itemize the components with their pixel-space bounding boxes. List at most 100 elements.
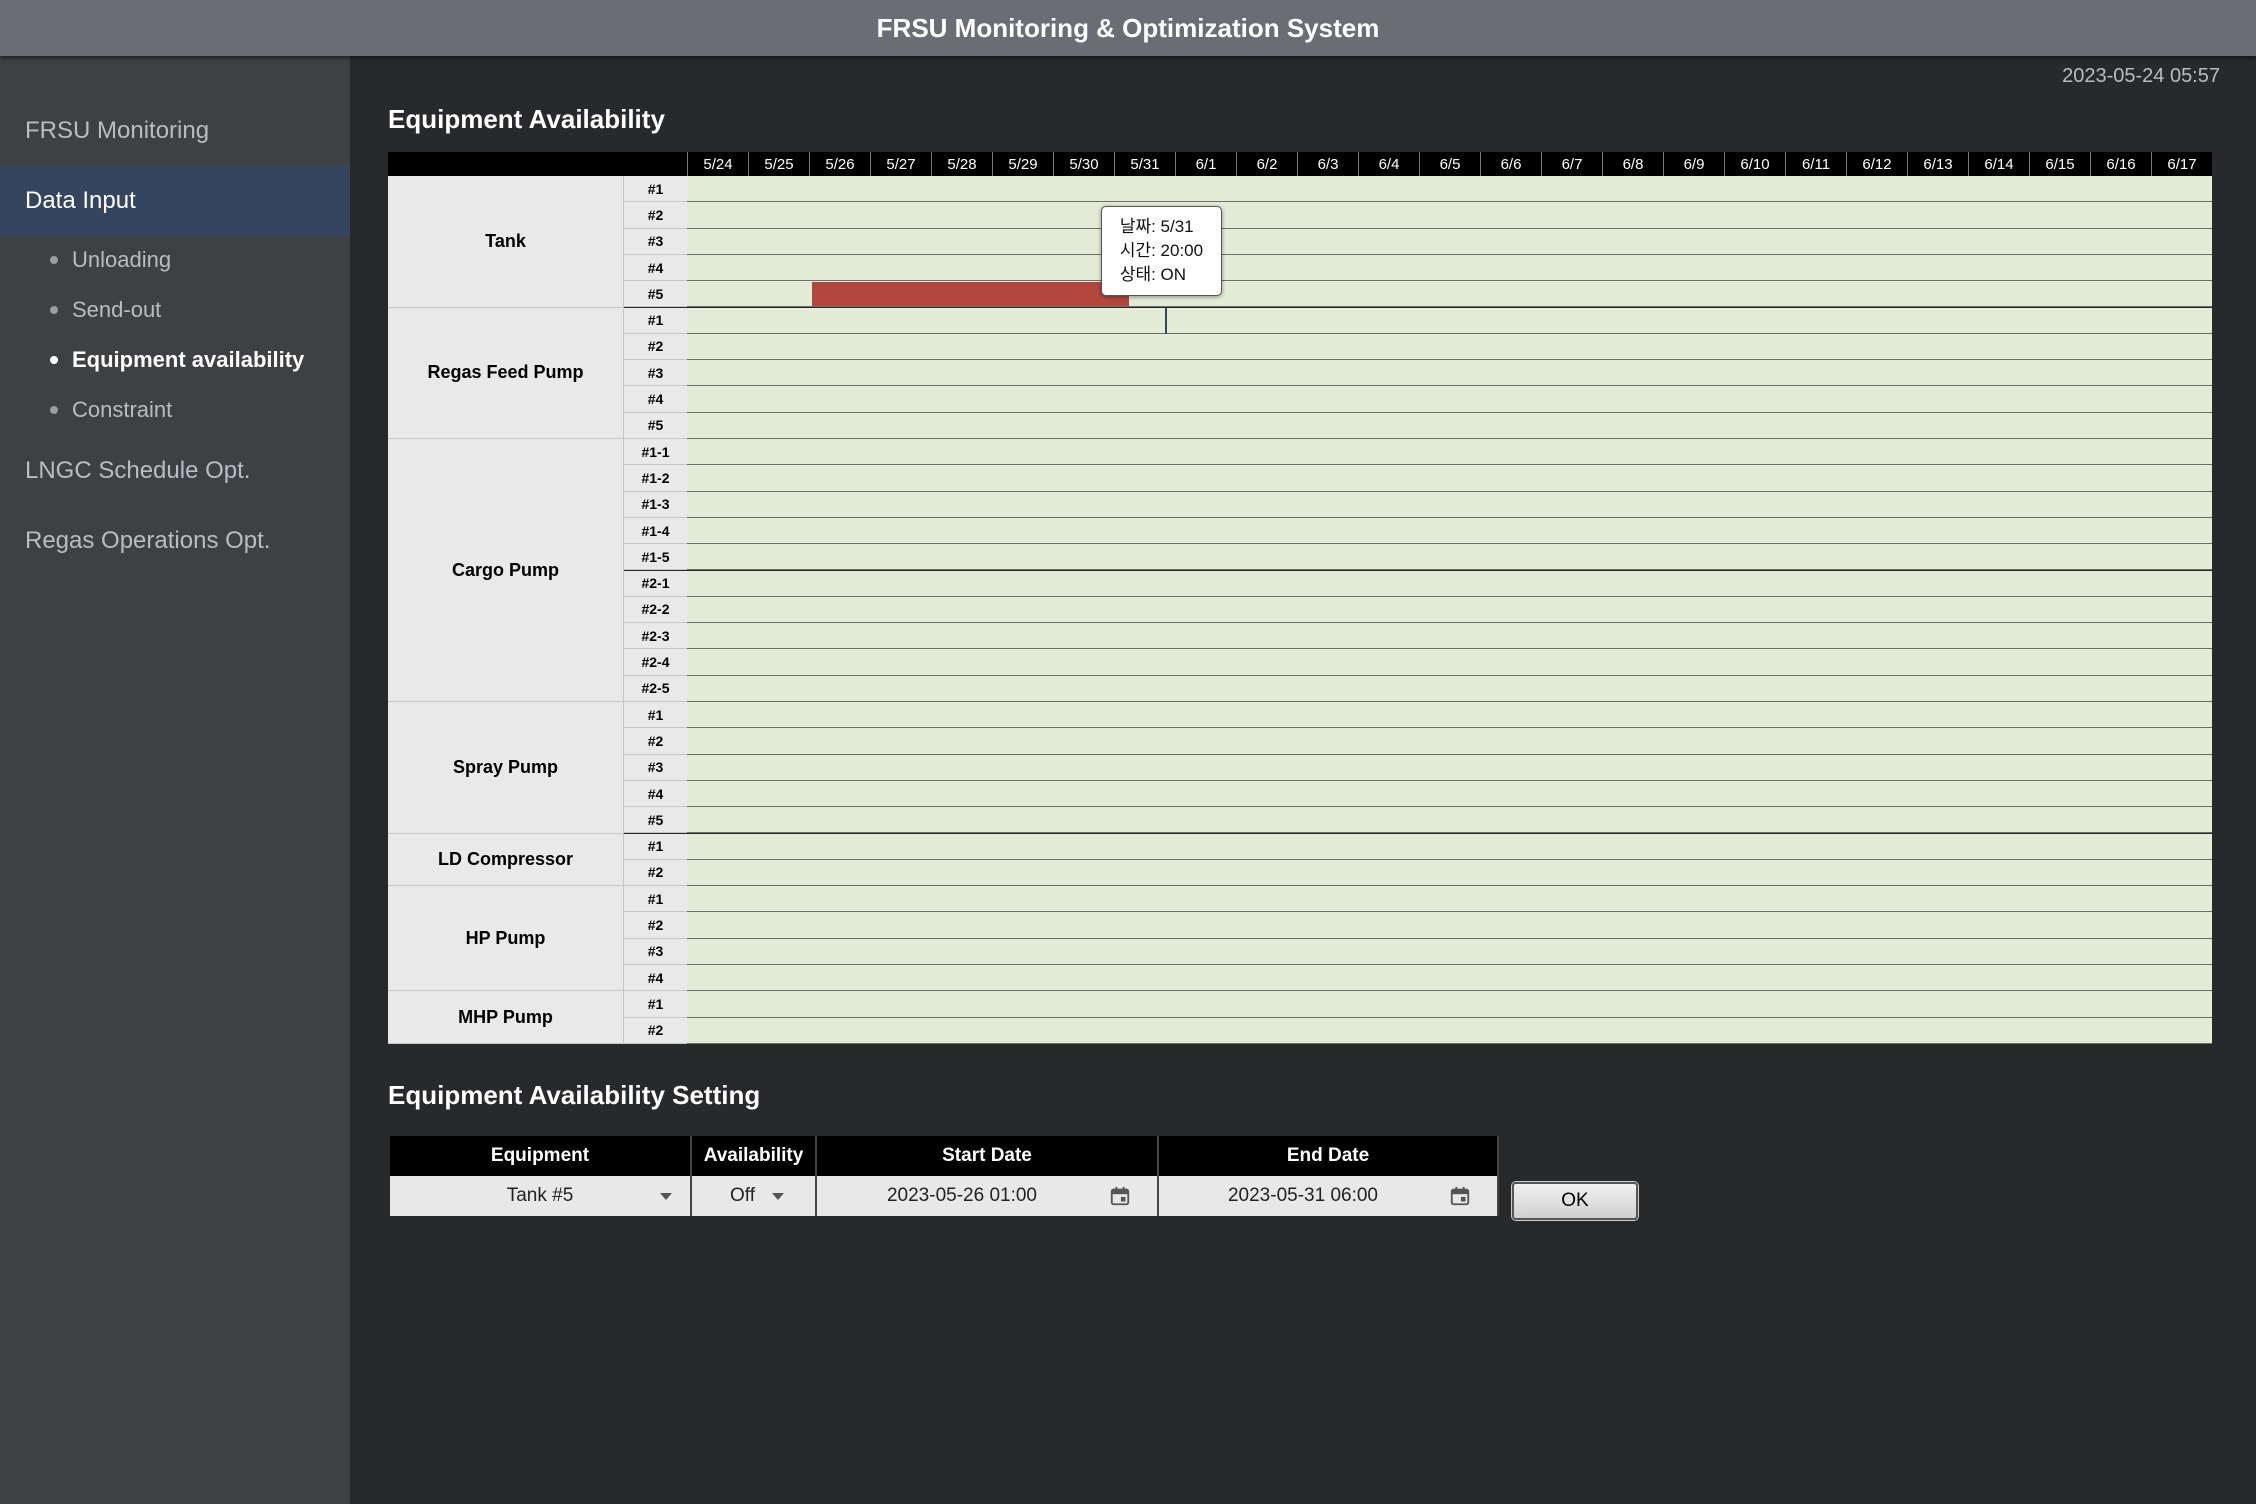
availability-row[interactable] xyxy=(687,254,2212,282)
availability-row[interactable] xyxy=(687,965,2212,992)
equipment-unit-label: #2 xyxy=(624,202,687,229)
equipment-unit-label: #2 xyxy=(624,1017,687,1044)
availability-row[interactable] xyxy=(687,649,2212,676)
equipment-unit-label: #1 xyxy=(624,307,687,334)
equipment-unit-label: #3 xyxy=(624,360,687,387)
availability-row[interactable] xyxy=(687,780,2212,808)
availability-row[interactable] xyxy=(687,491,2212,518)
availability-row[interactable] xyxy=(687,333,2212,361)
availability-row[interactable] xyxy=(687,307,2212,334)
equipment-unit-label: #2 xyxy=(624,333,687,361)
availability-row[interactable] xyxy=(687,807,2212,834)
nav-data-input[interactable]: Data Input xyxy=(0,166,350,236)
bullet-icon xyxy=(50,306,58,314)
hover-tooltip: 날짜: 5/31 시간: 20:00 상태: ON xyxy=(1100,206,1223,296)
nav-label: LNGC Schedule Opt. xyxy=(25,457,251,484)
equipment-group-label: LD Compressor xyxy=(388,833,624,887)
equipment-unit-label: #2 xyxy=(624,859,687,887)
availability-row[interactable] xyxy=(687,544,2212,571)
calendar-icon[interactable] xyxy=(1109,1185,1131,1207)
availability-row[interactable] xyxy=(687,386,2212,413)
date-header-cell: 5/30 xyxy=(1053,152,1114,176)
date-header-cell: 6/14 xyxy=(1968,152,2029,176)
equipment-unit-label: #1-5 xyxy=(624,544,687,571)
availability-title: Equipment Availability xyxy=(388,104,665,134)
equipment-unit-label: #1 xyxy=(624,991,687,1018)
availability-row[interactable] xyxy=(687,938,2212,965)
off-period-bar[interactable] xyxy=(811,282,1130,307)
bullet-icon xyxy=(50,356,58,364)
availability-row[interactable] xyxy=(687,675,2212,702)
equipment-unit-label: #3 xyxy=(624,938,687,965)
date-header-cell: 6/9 xyxy=(1663,152,1724,176)
ok-button[interactable]: OK xyxy=(1512,1182,1638,1220)
availability-row[interactable] xyxy=(687,702,2212,729)
nav-lngc-schedule-opt[interactable]: LNGC Schedule Opt. xyxy=(0,436,350,506)
app-header: FRSU Monitoring & Optimization System xyxy=(0,0,2256,56)
end-date-value: 2023-05-31 06:00 xyxy=(1227,1185,1378,1206)
availability-row[interactable] xyxy=(687,912,2212,939)
equipment-unit-label: #1-1 xyxy=(624,439,687,466)
date-header-cell: 5/25 xyxy=(748,152,809,176)
nav-regas-operations-opt[interactable]: Regas Operations Opt. xyxy=(0,506,350,576)
availability-row[interactable] xyxy=(687,360,2212,387)
equipment-unit-label: #5 xyxy=(624,412,687,439)
equipment-group-label: Regas Feed Pump xyxy=(388,307,624,439)
availability-row[interactable] xyxy=(687,596,2212,624)
availability-row[interactable] xyxy=(687,886,2212,913)
equipment-unit-label: #2-3 xyxy=(624,623,687,650)
availability-row[interactable] xyxy=(687,202,2212,229)
equipment-unit-label: #2 xyxy=(624,912,687,939)
equipment-unit-label: #1 xyxy=(624,833,687,860)
bullet-icon xyxy=(50,406,58,414)
availability-row[interactable] xyxy=(687,439,2212,466)
nav-sub-label: Unloading xyxy=(72,247,172,272)
nav-sub-label: Send-out xyxy=(72,297,162,322)
nav-sub-equipment-availability[interactable]: Equipment availability xyxy=(50,340,304,380)
equipment-unit-label: #3 xyxy=(624,228,687,255)
setting-title: Equipment Availability Setting xyxy=(388,1080,761,1110)
date-header-cell: 5/28 xyxy=(931,152,992,176)
equipment-select[interactable]: Tank #5 xyxy=(390,1176,692,1216)
availability-row[interactable] xyxy=(687,465,2212,492)
date-header-cell: 5/29 xyxy=(992,152,1053,176)
availability-row[interactable] xyxy=(687,1017,2212,1044)
equipment-unit-label: #1 xyxy=(624,176,687,203)
nav-sub-unloading[interactable]: Unloading xyxy=(50,240,171,280)
availability-row[interactable] xyxy=(687,833,2212,860)
tooltip-line: 날짜: 5/31 xyxy=(1119,217,1194,236)
equipment-unit-label: #1-2 xyxy=(624,465,687,492)
sidebar: FRSU Monitoring Data Input Unloading Sen… xyxy=(0,56,350,1504)
availability-row[interactable] xyxy=(687,412,2212,439)
nav-sub-constraint[interactable]: Constraint xyxy=(50,390,172,430)
nav-sub-label: Constraint xyxy=(72,397,173,422)
equipment-unit-label: #1-4 xyxy=(624,517,687,545)
date-header-cell: 6/5 xyxy=(1419,152,1480,176)
availability-gantt: 5/24 5/25 5/26 5/27 5/28 5/29 5/30 5/31 6/1 6/2 6/… xyxy=(388,152,2212,1044)
col-header-equipment: Equipment xyxy=(390,1136,692,1176)
availability-row[interactable] xyxy=(687,176,2212,203)
availability-row[interactable] xyxy=(687,859,2212,887)
nav-sub-send-out[interactable]: Send-out xyxy=(50,290,161,330)
availability-select[interactable]: Off xyxy=(692,1176,817,1216)
col-header-start-date: Start Date xyxy=(817,1136,1159,1176)
calendar-icon[interactable] xyxy=(1449,1185,1471,1207)
date-header-cell: 6/17 xyxy=(2151,152,2212,176)
date-header-cell: 6/13 xyxy=(1907,152,1968,176)
availability-row[interactable] xyxy=(687,570,2212,597)
date-header-cell: 6/12 xyxy=(1846,152,1907,176)
bullet-icon xyxy=(50,256,58,264)
availability-row[interactable] xyxy=(687,728,2212,755)
availability-row[interactable] xyxy=(687,228,2212,255)
end-date-field[interactable]: 2023-05-31 06:00 xyxy=(1159,1176,1499,1216)
availability-row[interactable] xyxy=(687,754,2212,781)
start-date-field[interactable]: 2023-05-26 01:00 xyxy=(817,1176,1159,1216)
nav-frsu-monitoring[interactable]: FRSU Monitoring xyxy=(0,96,350,166)
availability-row[interactable] xyxy=(687,623,2212,650)
nav-label: FRSU Monitoring xyxy=(25,117,210,144)
date-header-cell: 6/1 xyxy=(1175,152,1236,176)
availability-row[interactable] xyxy=(687,991,2212,1018)
availability-row[interactable] xyxy=(687,517,2212,545)
equipment-unit-label: #2-5 xyxy=(624,675,687,702)
equipment-unit-label: #5 xyxy=(624,807,687,834)
